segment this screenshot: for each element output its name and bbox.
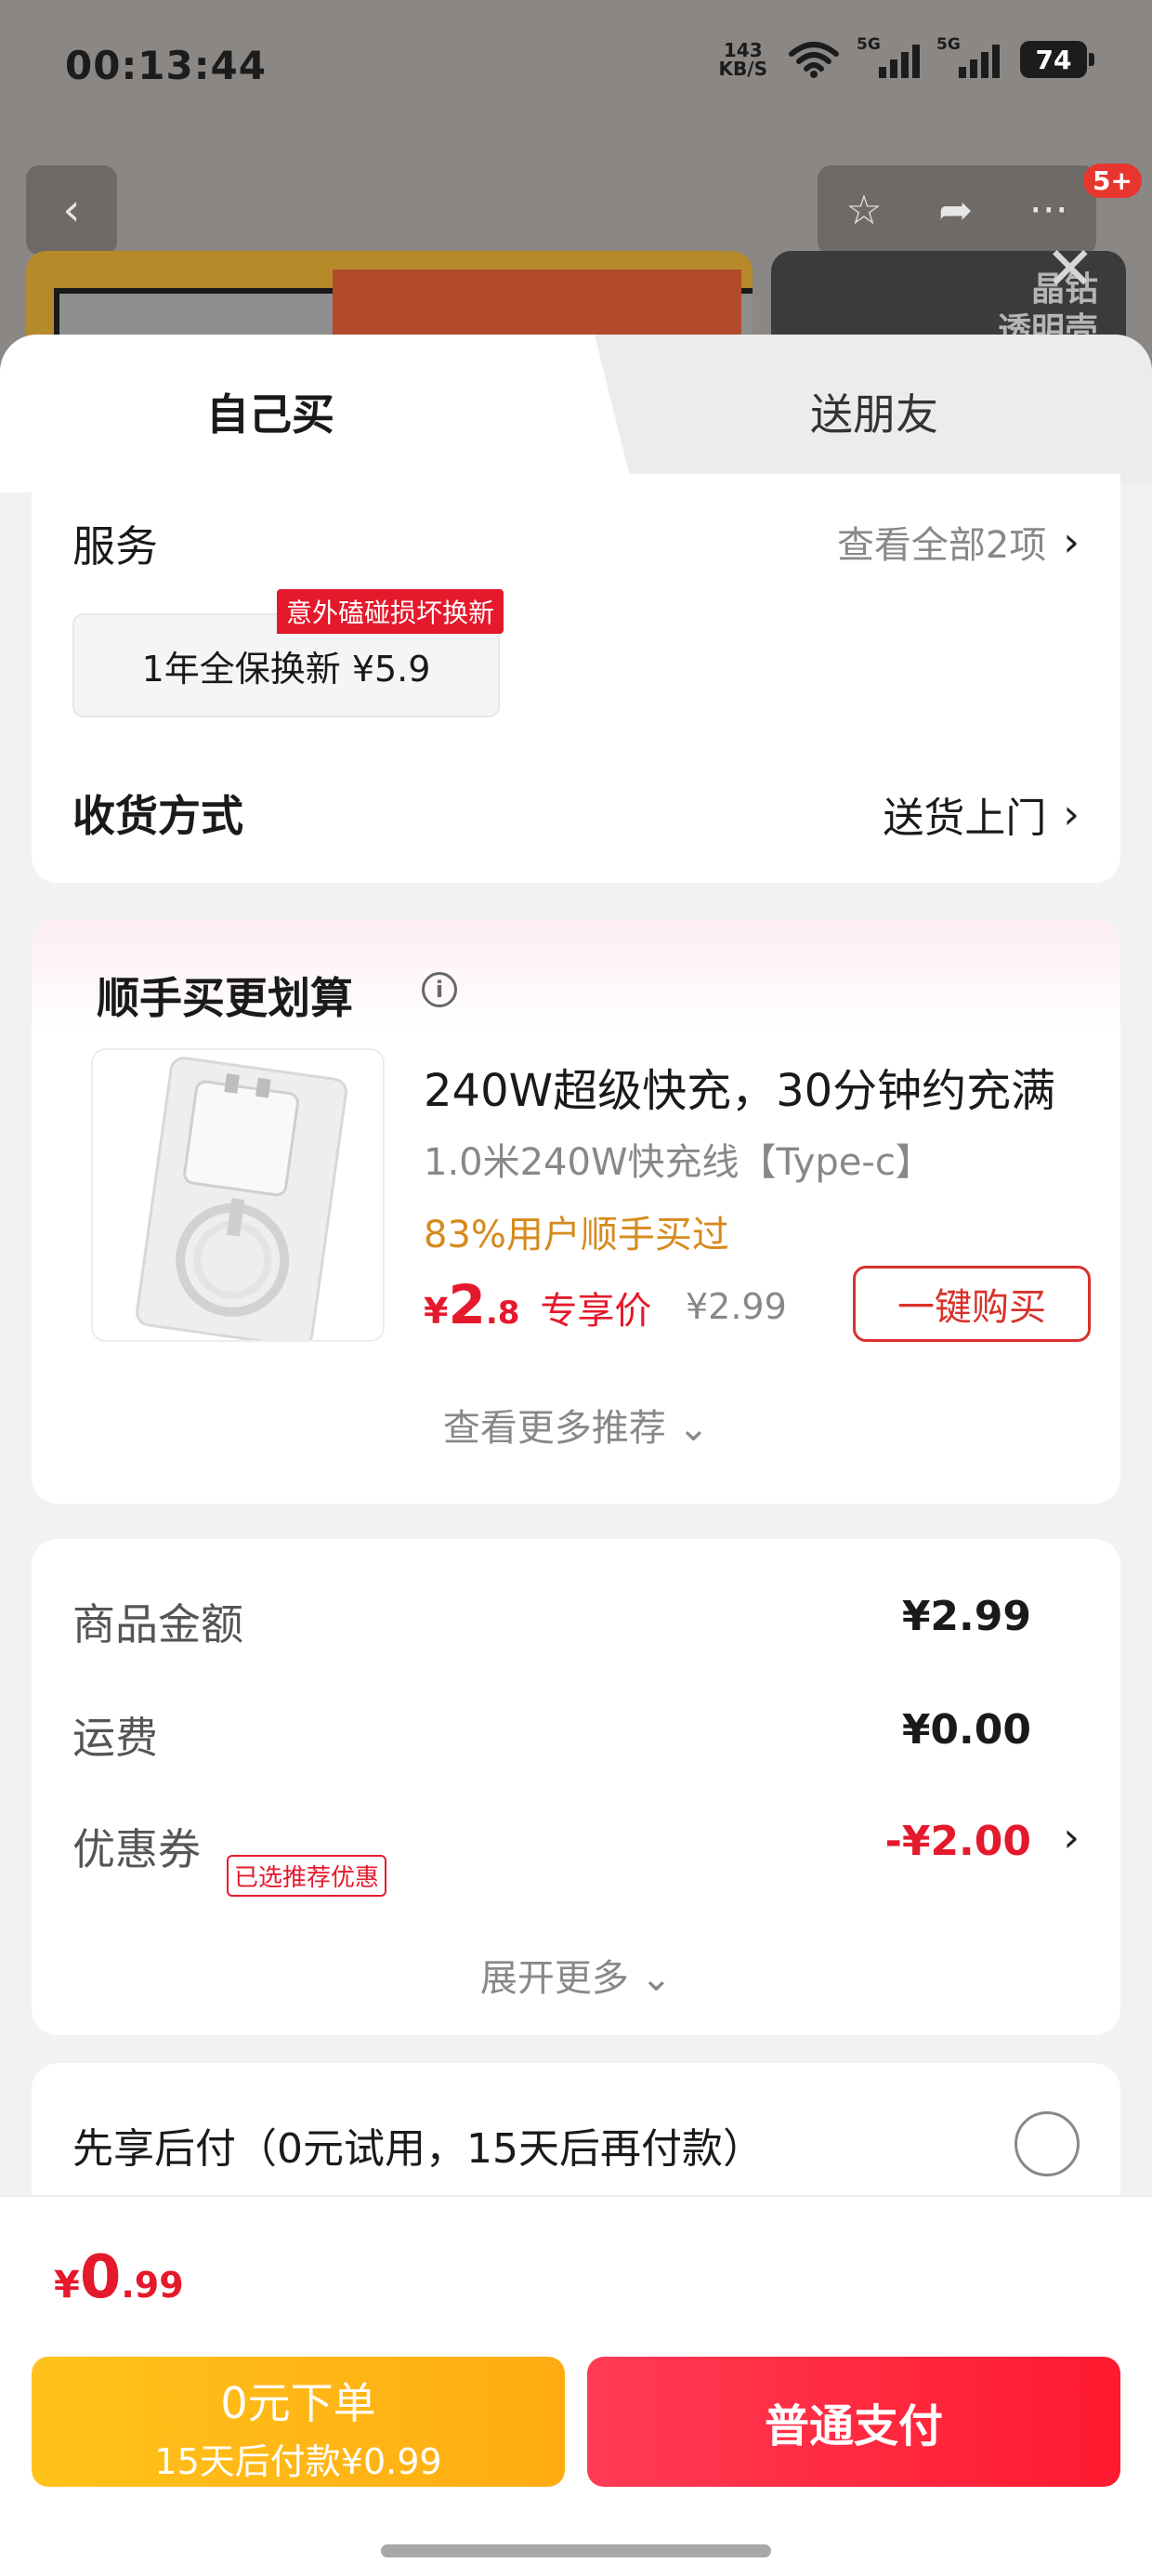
checkout-bottom-bar: ¥ 0 .99 0元下单 15天后付款¥0.99 普通支付 [0, 2195, 1152, 2576]
shipping-fee-value: ¥0.00 [901, 1706, 1031, 1754]
total-symbol: ¥ [54, 2264, 80, 2307]
home-indicator[interactable] [381, 2544, 771, 2557]
tab-buy-for-self[interactable]: 自己买 [206, 381, 334, 442]
delivery-title: 收货方式 [72, 791, 243, 841]
bundle-title: 顺手买更划算 [97, 973, 353, 1023]
sim1-label: 5G [857, 35, 881, 54]
normal-pay-button[interactable]: 普通支付 [587, 2357, 1120, 2487]
total-integer: 0 [79, 2243, 122, 2312]
goods-amount-value: ¥2.99 [901, 1593, 1031, 1640]
share-icon[interactable]: ➦ [938, 187, 973, 234]
price-decimal: .8 [485, 1295, 520, 1332]
network-speed-value: 143 [723, 39, 763, 61]
chevron-down-icon: ⌄ [640, 1957, 673, 2000]
service-title: 服务 [72, 521, 158, 572]
chevron-left-icon: ‹ [62, 184, 81, 236]
signal-icon-sim2: 5G [936, 35, 1000, 78]
wifi-icon [789, 42, 839, 78]
product-image[interactable] [91, 1048, 385, 1342]
price-integer: 2 [448, 1273, 486, 1336]
star-icon[interactable]: ☆ [845, 187, 882, 234]
price-symbol: ¥ [424, 1291, 449, 1332]
more-recommendations[interactable]: 查看更多推荐 ⌄ [32, 1398, 1120, 1452]
expand-more-label: 展开更多 [479, 1957, 629, 2000]
zero-order-title: 0元下单 [220, 2378, 376, 2428]
zero-order-subtitle: 15天后付款¥0.99 [154, 2441, 442, 2482]
status-bar: 00:13:44 143 KB/S 5G 5G 74 [0, 0, 1152, 139]
original-price: ¥2.99 [686, 1286, 787, 1327]
more-icon[interactable]: ··· [1029, 187, 1068, 234]
service-view-all[interactable]: 查看全部2项 › [837, 515, 1080, 569]
coupon-value[interactable]: -¥2.00 [885, 1818, 1031, 1865]
close-icon[interactable]: ✕ [1045, 240, 1095, 299]
chevron-down-icon: ⌄ [677, 1407, 710, 1450]
total-price: ¥ 0 .99 [54, 2243, 184, 2312]
product-spec[interactable]: 1.0米240W快充线【Type-c】 [424, 1132, 933, 1186]
price-tag: 专享价 [540, 1290, 652, 1333]
zero-yuan-order-button[interactable]: 0元下单 15天后付款¥0.99 [32, 2357, 565, 2487]
chevron-right-icon[interactable]: › [1063, 1814, 1080, 1861]
more-recommendations-label: 查看更多推荐 [442, 1407, 666, 1450]
coupon-recommended-tag: 已选推荐优惠 [227, 1855, 387, 1897]
order-amount-card: 商品金额 ¥2.99 运费 ¥0.00 优惠券 已选推荐优惠 -¥2.00 › … [32, 1539, 1120, 2035]
battery-icon: 74 [1020, 41, 1094, 78]
network-speed-unit: KB/S [718, 58, 767, 80]
pay-later-radio[interactable] [1015, 2111, 1080, 2176]
product-name[interactable]: 240W超级快充，30分钟约充满 [424, 1054, 1074, 1119]
one-click-buy-button[interactable]: 一键购买 [853, 1266, 1091, 1342]
goods-amount-label: 商品金额 [72, 1599, 243, 1649]
info-icon[interactable]: i [422, 972, 457, 1007]
delivery-method[interactable]: 送货上门 › [883, 784, 1080, 844]
chevron-right-icon: › [1063, 790, 1080, 838]
service-option-tag: 意外磕碰损坏换新 [277, 589, 504, 634]
signal-icon-sim1: 5G [857, 35, 920, 78]
status-time: 00:13:44 [65, 43, 267, 88]
service-view-all-label: 查看全部2项 [836, 524, 1047, 567]
back-button[interactable]: ‹ [26, 165, 117, 255]
product-price: ¥ 2 .8 专享价 [424, 1273, 651, 1336]
expand-more[interactable]: 展开更多 ⌄ [32, 1948, 1120, 2002]
status-icons: 143 KB/S 5G 5G 74 [719, 35, 1094, 78]
pay-later-label: 先享后付（0元试用，15天后再付款） [72, 2125, 764, 2173]
shipping-fee-label: 运费 [72, 1713, 158, 1763]
background-page: 00:13:44 143 KB/S 5G 5G 74 ‹ ☆ ➦ ··· 5+ … [0, 0, 1152, 400]
coupon-label: 优惠券 [72, 1824, 201, 1874]
network-speed: 143 KB/S [719, 41, 767, 78]
notification-badge: 5+ [1083, 164, 1142, 198]
service-card: 服务 查看全部2项 › 1年全保换新 ¥5.9 意外磕碰损坏换新 收货方式 送货… [32, 474, 1120, 883]
total-decimal: .99 [121, 2265, 184, 2306]
purchase-tabs: 自己买 送朋友 [0, 335, 1152, 493]
delivery-method-value: 送货上门 [883, 795, 1047, 842]
tab-gift-to-friend[interactable]: 送朋友 [810, 381, 938, 442]
addon-bundle-card: 顺手买更划算 i 240W超级快充，30分钟约充满 1.0米240W快充线【Ty… [32, 920, 1120, 1504]
sim2-label: 5G [936, 35, 961, 54]
social-proof: 83%用户顺手买过 [424, 1214, 729, 1256]
chevron-right-icon: › [1063, 518, 1080, 566]
